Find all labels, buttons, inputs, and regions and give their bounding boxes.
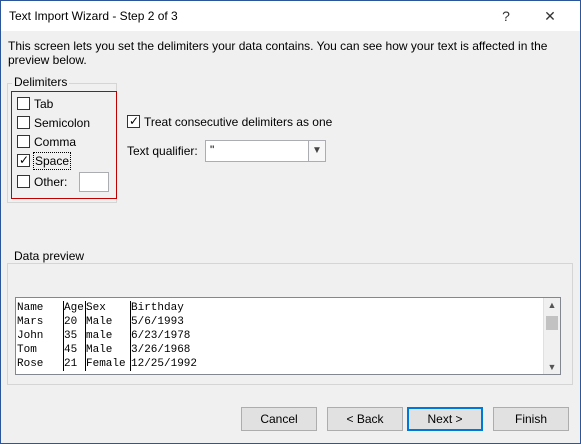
table-row: Tom 45 Male 3/26/1968 xyxy=(17,343,221,357)
text-qualifier-value: " xyxy=(210,143,215,157)
comma-checkbox-label: Comma xyxy=(34,135,77,149)
semicolon-checkbox-label: Semicolon xyxy=(34,116,91,130)
tab-checkbox-box[interactable] xyxy=(17,97,30,110)
tab-checkbox-label: Tab xyxy=(34,97,54,111)
scroll-down-icon[interactable]: ▼ xyxy=(544,360,560,374)
intro-text: This screen lets you set the delimiters … xyxy=(8,39,548,67)
table-row: John 35 male 6/23/1978 xyxy=(17,329,221,343)
table-cell: Name xyxy=(17,301,64,315)
data-preview-label: Data preview xyxy=(12,249,87,263)
comma-checkbox-box[interactable] xyxy=(17,135,30,148)
other-checkbox-label: Other: xyxy=(34,175,68,189)
table-cell: 35 xyxy=(64,329,86,343)
table-cell: Male xyxy=(86,343,131,357)
preview-scrollbar[interactable]: ▲ ▼ xyxy=(543,298,560,374)
table-cell: 3/26/1968 xyxy=(131,344,191,356)
table-cell: 21 xyxy=(64,357,86,371)
text-qualifier-label: Text qualifier: xyxy=(127,144,198,158)
table-cell: Rose xyxy=(17,357,64,371)
cancel-button[interactable]: Cancel xyxy=(241,407,317,431)
text-qualifier-select[interactable]: " ▼ xyxy=(205,140,326,162)
space-checkbox-label: Space xyxy=(32,152,72,170)
table-row: Name Age Sex Birthday xyxy=(17,301,221,315)
table-cell: 5/6/1993 xyxy=(131,316,184,328)
table-cell: 6/23/1978 xyxy=(131,330,191,342)
window-title: Text Import Wizard - Step 2 of 3 xyxy=(9,9,178,23)
consecutive-checkbox-label: Treat consecutive delimiters as one xyxy=(144,115,333,129)
table-row: Mars 20 Male 5/6/1993 xyxy=(17,315,221,329)
table-cell: 45 xyxy=(64,343,86,357)
table-cell: Sex xyxy=(86,301,131,315)
back-button[interactable]: < Back xyxy=(327,407,403,431)
other-checkbox-box[interactable] xyxy=(17,175,30,188)
table-cell: Mars xyxy=(17,315,64,329)
space-checkbox-box[interactable]: ✓ xyxy=(17,153,30,167)
close-icon[interactable]: ✕ xyxy=(539,5,561,27)
table-cell: Tom xyxy=(17,343,64,357)
table-cell: Age xyxy=(64,301,86,315)
table-cell: John xyxy=(17,329,64,343)
finish-button[interactable]: Finish xyxy=(493,407,569,431)
checkmark-icon: ✓ xyxy=(129,114,140,128)
semicolon-checkbox-box[interactable] xyxy=(17,116,30,129)
text-import-wizard-dialog: Text Import Wizard - Step 2 of 3 ? ✕ Thi… xyxy=(0,0,581,444)
other-delimiter-input[interactable] xyxy=(79,172,109,192)
preview-rows: Name Age Sex Birthday Mars 20 Male 5/6/1993 Jo… xyxy=(17,301,221,371)
table-cell: Male xyxy=(86,315,131,329)
title-bar: Text Import Wizard - Step 2 of 3 ? ✕ xyxy=(1,1,580,31)
delimiters-group-label: Delimiters xyxy=(12,75,70,89)
consecutive-checkbox-box[interactable]: ✓ xyxy=(127,114,140,128)
table-row: Rose 21 Female 12/25/1992 xyxy=(17,357,221,371)
help-button[interactable]: ? xyxy=(495,5,517,27)
table-cell: male xyxy=(86,329,131,343)
table-cell: 20 xyxy=(64,315,86,329)
data-preview-grid[interactable]: Name Age Sex Birthday Mars 20 Male 5/6/1993 Jo… xyxy=(15,297,561,375)
table-cell: Birthday xyxy=(131,302,184,314)
table-cell: Female xyxy=(86,357,131,371)
scroll-thumb[interactable] xyxy=(546,316,558,330)
checkmark-icon: ✓ xyxy=(19,153,30,167)
chevron-down-icon[interactable]: ▼ xyxy=(308,141,325,161)
table-cell: 12/25/1992 xyxy=(131,358,198,370)
next-button[interactable]: Next > xyxy=(407,407,483,431)
scroll-up-icon[interactable]: ▲ xyxy=(544,298,560,312)
